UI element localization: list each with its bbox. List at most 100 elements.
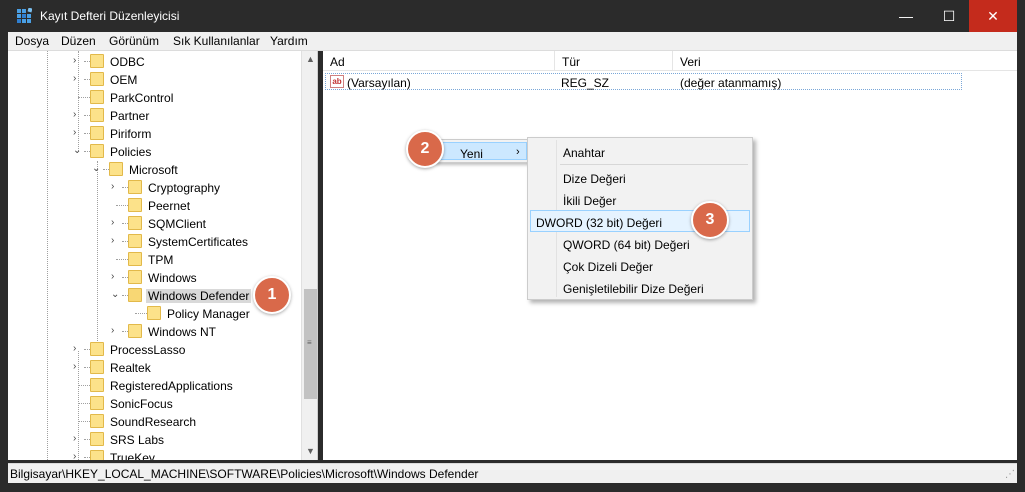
tree-item[interactable]: › Piriform (8, 125, 308, 143)
column-header-data[interactable]: Veri (673, 51, 1017, 71)
tree-item-label: TrueKey (110, 451, 155, 460)
tree-item[interactable]: › TrueKey (8, 449, 308, 460)
scroll-down-icon[interactable]: ▼ (302, 443, 317, 460)
tree-item[interactable]: › ODBC (8, 53, 308, 71)
folder-icon (147, 306, 161, 320)
tree-item[interactable]: › SRS Labs (8, 431, 308, 449)
tree-item-label: Policies (110, 145, 152, 159)
maximize-button[interactable]: ☐ (926, 0, 972, 32)
tree-item[interactable]: TPM (8, 251, 308, 269)
close-button[interactable]: ✕ (969, 0, 1017, 32)
tree-item[interactable]: › SQMClient (8, 215, 308, 233)
expand-icon[interactable]: › (111, 272, 121, 282)
submenu-item-label: QWORD (64 bit) Değeri (563, 238, 690, 252)
menu-favorites[interactable]: Sık Kullanılanlar (173, 34, 260, 48)
submenu-item-expandable-string-value[interactable]: Genişletilebilir Dize Değeri (530, 278, 750, 298)
chevron-right-icon: › (516, 146, 520, 158)
value-row[interactable]: ab (Varsayılan) REG_SZ (değer atanmamış) (325, 73, 962, 90)
expand-icon[interactable]: › (73, 344, 83, 354)
menu-help[interactable]: Yardım (270, 34, 308, 48)
expand-icon[interactable]: › (111, 182, 121, 192)
context-menu: Yeni › (434, 139, 530, 163)
expand-icon[interactable]: › (73, 362, 83, 372)
tree-item-label: SonicFocus (110, 397, 173, 411)
tree-item[interactable]: › SystemCertificates (8, 233, 308, 251)
tree-item[interactable]: › Partner (8, 107, 308, 125)
resize-grip-icon[interactable]: ⋰ (1003, 469, 1015, 481)
tree-item[interactable]: SoundResearch (8, 413, 308, 431)
tree-item[interactable]: › Windows NT (8, 323, 308, 341)
folder-icon (128, 216, 142, 230)
folder-icon (90, 414, 104, 428)
scroll-up-icon[interactable]: ▲ (302, 51, 317, 68)
scroll-thumb[interactable]: ≡ (304, 289, 317, 399)
collapse-icon[interactable]: ⌄ (111, 290, 121, 300)
menu-file[interactable]: Dosya (15, 34, 49, 48)
menu-divider (560, 164, 748, 165)
collapse-icon[interactable]: ⌄ (92, 164, 102, 174)
folder-icon (90, 108, 104, 122)
tree-item-label: ParkControl (110, 91, 174, 105)
folder-icon (90, 450, 104, 460)
submenu-item-label: Çok Dizeli Değer (563, 260, 654, 274)
expand-icon[interactable]: › (73, 434, 83, 444)
tree-item-label: Microsoft (129, 163, 178, 177)
tree-item-label: SQMClient (148, 217, 207, 231)
tree-item[interactable]: › Cryptography (8, 179, 308, 197)
tree-item-label: Cryptography (148, 181, 221, 195)
registry-icon (17, 8, 32, 23)
tree-item-label: Policy Manager (167, 307, 250, 321)
key-tree[interactable]: › ODBC › OEM ParkControl › Partner › Pir… (8, 51, 318, 460)
expand-icon[interactable]: › (73, 128, 83, 138)
registry-editor-window: Kayıt Defteri Düzenleyicisi — ☐ ✕ Dosya … (0, 0, 1025, 492)
column-header-type[interactable]: Tür (555, 51, 673, 71)
value-data: (değer atanmamış) (680, 76, 782, 90)
folder-open-icon (128, 288, 142, 302)
tree-item-label: Peernet (148, 199, 191, 213)
tree-item-label: TPM (148, 253, 174, 267)
tree-item[interactable]: › ProcessLasso (8, 341, 308, 359)
expand-icon[interactable]: › (73, 452, 83, 461)
expand-icon[interactable]: › (111, 236, 121, 246)
tree-scrollbar[interactable]: ▲ ≡ ▼ (301, 51, 317, 460)
folder-icon (90, 432, 104, 446)
expand-icon[interactable]: › (111, 218, 121, 228)
folder-icon (90, 396, 104, 410)
tree-item[interactable]: ⌄ Microsoft (8, 161, 308, 179)
menu-view[interactable]: Görünüm (109, 34, 159, 48)
expand-icon[interactable]: › (73, 110, 83, 120)
expand-icon[interactable]: › (73, 74, 83, 84)
folder-icon (128, 198, 142, 212)
expand-icon[interactable]: › (73, 56, 83, 66)
submenu-item-multi-string-value[interactable]: Çok Dizeli Değer (530, 256, 750, 276)
tree-item[interactable]: SonicFocus (8, 395, 308, 413)
menu-edit[interactable]: Düzen (61, 34, 96, 48)
tree-item-label: SRS Labs (110, 433, 165, 447)
submenu-item-string-value[interactable]: Dize Değeri (530, 168, 750, 188)
tree-item[interactable]: ParkControl (8, 89, 308, 107)
tree-item[interactable]: ⌄ Policies (8, 143, 308, 161)
column-header-name[interactable]: Ad (323, 51, 555, 71)
folder-icon (90, 144, 104, 158)
tree-item-label: ODBC (110, 55, 145, 69)
tree-item[interactable]: RegisteredApplications (8, 377, 308, 395)
tree-item[interactable]: › Realtek (8, 359, 308, 377)
expand-icon[interactable]: › (111, 326, 121, 336)
step-badge-3: 3 (691, 201, 729, 239)
minimize-button[interactable]: — (883, 0, 929, 32)
value-type: REG_SZ (561, 76, 610, 90)
collapse-icon[interactable]: ⌄ (73, 146, 83, 156)
tree-item[interactable]: Peernet (8, 197, 308, 215)
submenu-item-label: Dize Değeri (563, 172, 626, 186)
submenu-item-key[interactable]: Anahtar (530, 142, 750, 162)
menu-bar: Dosya Düzen Görünüm Sık Kullanılanlar Ya… (8, 32, 1017, 51)
folder-icon (90, 54, 104, 68)
folder-icon (90, 360, 104, 374)
folder-icon (128, 252, 142, 266)
grip-icon: ≡ (307, 338, 312, 347)
step-badge-2: 2 (406, 130, 444, 168)
submenu-item-label: Anahtar (563, 146, 606, 160)
tree-item[interactable]: › OEM (8, 71, 308, 89)
menu-item-new[interactable]: Yeni › (437, 142, 527, 161)
tree-item-label: ProcessLasso (110, 343, 186, 357)
